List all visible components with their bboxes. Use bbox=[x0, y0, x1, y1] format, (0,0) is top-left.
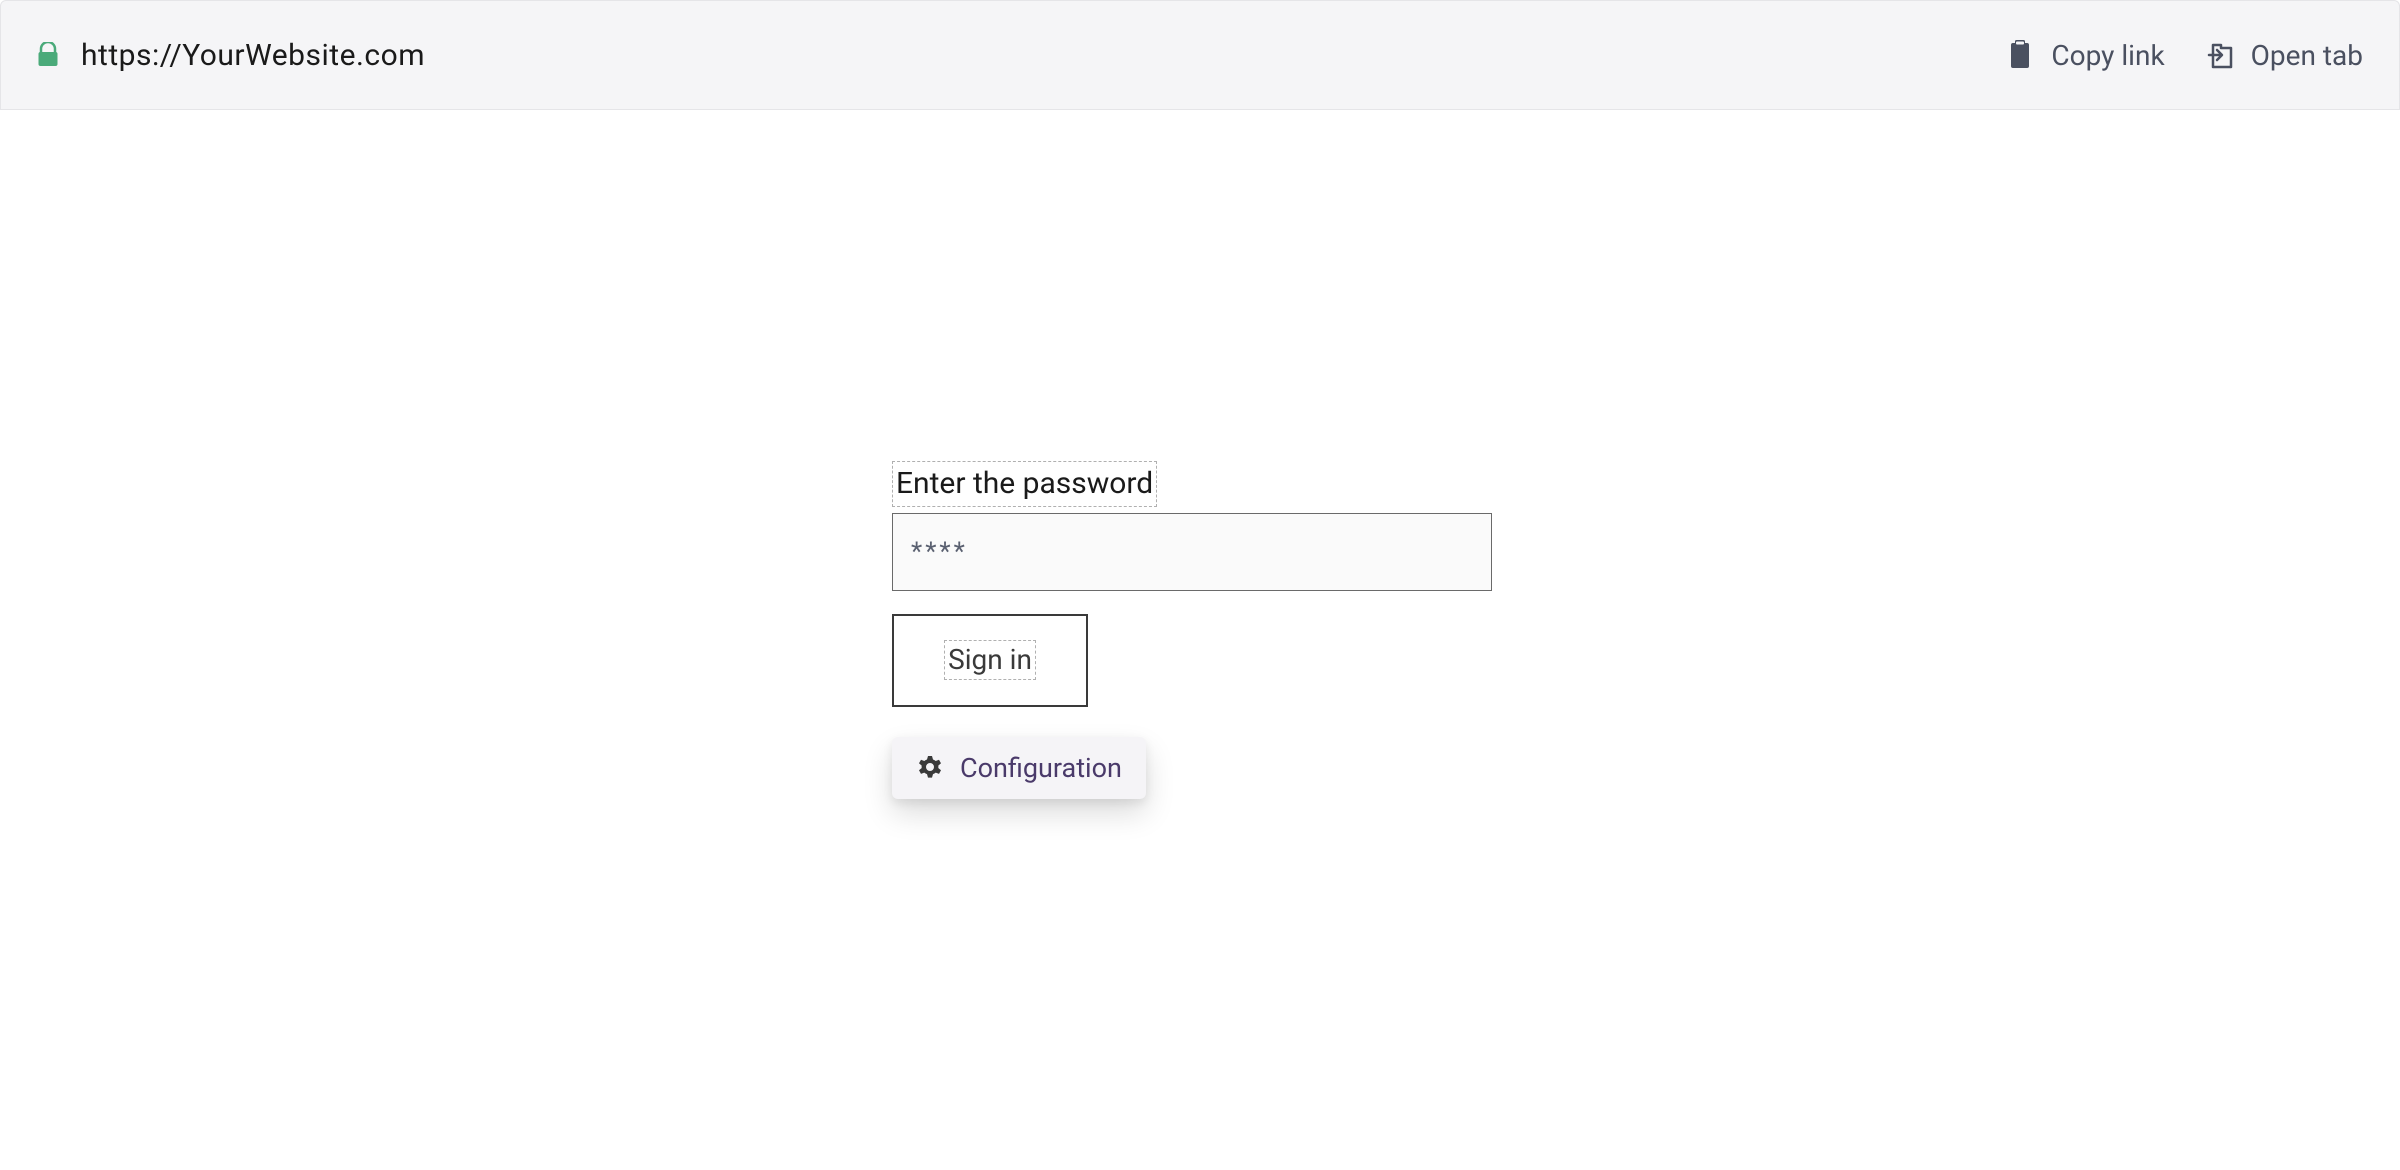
address-bar-actions: Copy link Open tab bbox=[2007, 39, 2363, 72]
sign-in-label: Sign in bbox=[944, 640, 1036, 680]
login-form: Enter the password Sign in Configuration bbox=[892, 461, 1492, 799]
open-tab-icon bbox=[2207, 40, 2233, 70]
password-input[interactable] bbox=[892, 513, 1492, 591]
copy-link-button[interactable]: Copy link bbox=[2007, 39, 2164, 72]
open-tab-label: Open tab bbox=[2251, 39, 2363, 72]
address-bar: https://YourWebsite.com Copy link Open t… bbox=[0, 0, 2400, 110]
lock-icon bbox=[37, 42, 59, 68]
sign-in-button[interactable]: Sign in bbox=[892, 614, 1088, 707]
content-area: Enter the password Sign in Configuration bbox=[0, 110, 2400, 1170]
clipboard-icon bbox=[2007, 40, 2033, 70]
configuration-button[interactable]: Configuration bbox=[892, 737, 1146, 799]
configuration-label: Configuration bbox=[960, 752, 1122, 784]
url-section: https://YourWebsite.com bbox=[37, 38, 425, 73]
open-tab-button[interactable]: Open tab bbox=[2207, 39, 2363, 72]
gear-icon bbox=[916, 754, 944, 782]
copy-link-label: Copy link bbox=[2051, 39, 2164, 72]
url-text[interactable]: https://YourWebsite.com bbox=[81, 38, 425, 73]
password-label[interactable]: Enter the password bbox=[892, 461, 1157, 507]
